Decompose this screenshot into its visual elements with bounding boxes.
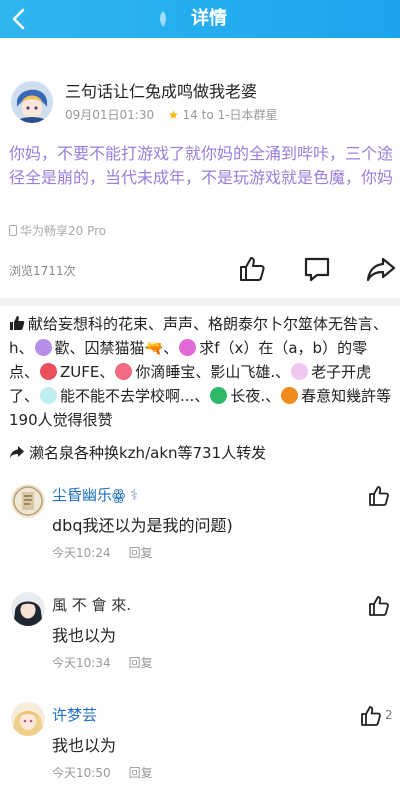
- forward-list[interactable]: 濑名泉各种换kzh/akn等731人转发: [9, 442, 266, 463]
- author-avatar[interactable]: [11, 81, 53, 123]
- page-title: 详情: [191, 8, 227, 29]
- badge-icon: [115, 363, 133, 380]
- thumbs-up-icon[interactable]: [359, 704, 383, 728]
- commenter-name[interactable]: 風 不 會 來.: [52, 594, 131, 615]
- badge-icon: [291, 363, 309, 380]
- thumbs-up-icon: [10, 316, 25, 330]
- comment-text: dbq我还以为是我的问题): [52, 516, 233, 535]
- share-icon[interactable]: [366, 254, 396, 284]
- likes-list: 献给妄想科的花束、声声、格朗泰尔卜尔筮体无咎言、h、 歡、囚禁猫猫🔫、 求f（x）在…: [9, 315, 392, 429]
- avatar[interactable]: [11, 702, 45, 736]
- reply-button[interactable]: 回复: [129, 546, 153, 560]
- commenter-name[interactable]: 尘昏幽乐ꙮ ⚕: [52, 484, 138, 505]
- badge-icon: [34, 339, 52, 356]
- thumbs-up-icon[interactable]: [237, 254, 267, 284]
- post-time: 09月01日01:30: [65, 108, 155, 122]
- comment-meta: 今天10:34 回复: [52, 656, 153, 670]
- badge-icon: [179, 339, 197, 356]
- section-divider: [0, 298, 400, 306]
- comment-meta: 今天10:24 回复: [52, 546, 153, 560]
- reply-button[interactable]: 回复: [129, 766, 153, 780]
- badge-icon: [40, 387, 58, 404]
- like-count: 2: [385, 708, 393, 722]
- commenter-name[interactable]: 许梦芸: [52, 704, 97, 725]
- badge-icon: [40, 363, 58, 380]
- view-count: 浏览1711次: [9, 264, 76, 278]
- reply-button[interactable]: 回复: [129, 656, 153, 670]
- comment-text: 我也以为: [52, 736, 117, 755]
- avatar[interactable]: [11, 592, 45, 626]
- phone-icon: [9, 225, 17, 236]
- device-label: 华为畅享20 Pro: [9, 222, 106, 239]
- star-icon: ★: [167, 108, 179, 122]
- comment-icon[interactable]: [302, 254, 332, 284]
- thumbs-up-icon[interactable]: [367, 594, 391, 618]
- post-meta: 09月01日01:30 ★ 14 to 1-日本群星: [65, 106, 277, 123]
- share-icon: [10, 446, 24, 458]
- comment-meta: 今天10:50 回复: [52, 766, 153, 780]
- post-group[interactable]: 14 to 1-日本群星: [183, 108, 278, 122]
- top-bar: 详情: [0, 0, 400, 38]
- post-title: 三句话让仁兔成鸣做我老婆: [65, 82, 258, 101]
- badge-icon: [281, 387, 299, 404]
- thumbs-up-icon[interactable]: [367, 484, 391, 508]
- comment-text: 我也以为: [52, 626, 117, 645]
- badge-icon: [210, 387, 228, 404]
- avatar[interactable]: [11, 484, 45, 518]
- post-body: 你妈，不要不能打游戏了就你妈的全涌到哔咔，三个途径全是崩的，当代未成年，不是玩游…: [9, 144, 394, 187]
